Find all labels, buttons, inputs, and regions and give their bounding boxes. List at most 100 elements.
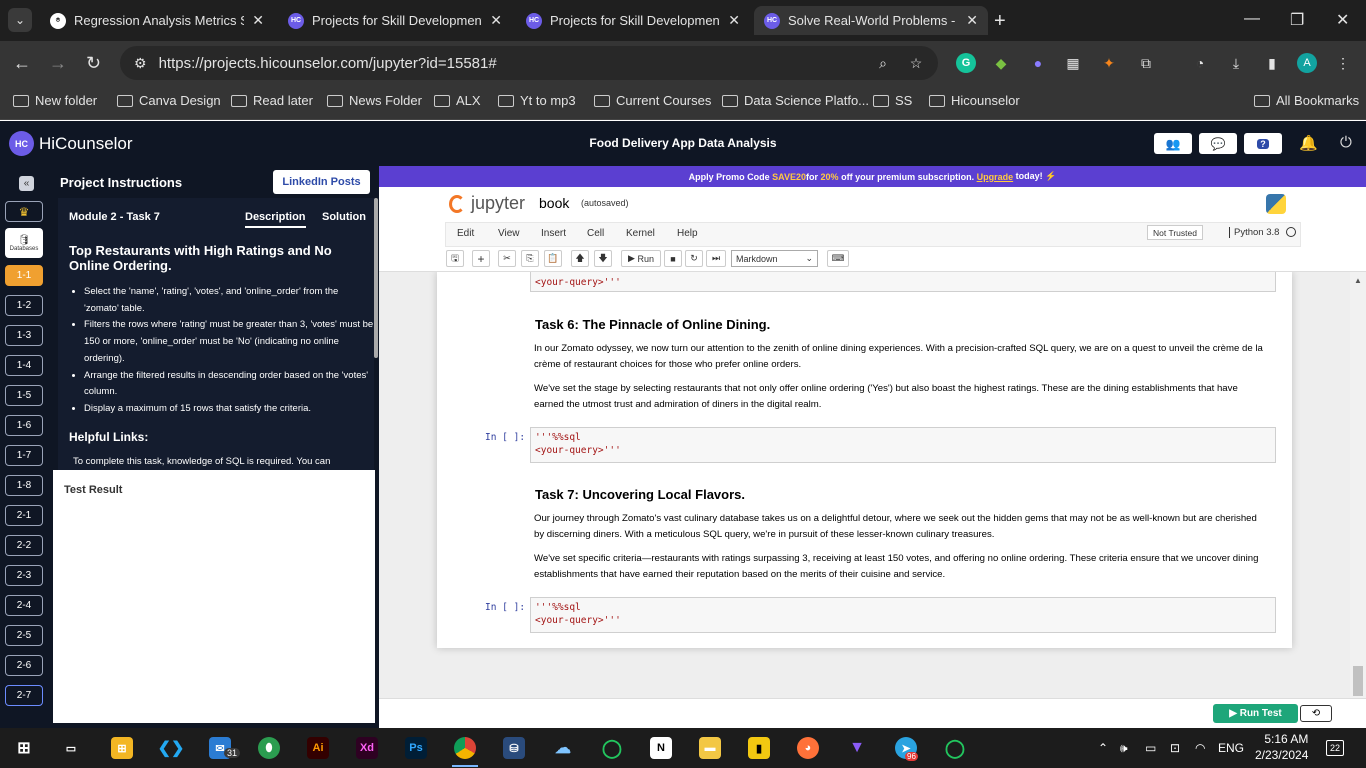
paste-icon[interactable]: 📋 bbox=[544, 250, 562, 267]
instructions-scrollbar[interactable] bbox=[374, 198, 378, 358]
tab-description[interactable]: Description bbox=[245, 211, 306, 228]
side-panel-icon[interactable]: ▮ bbox=[1262, 53, 1282, 73]
code-cell-task7[interactable]: '''%%sql <your-query>''' bbox=[530, 597, 1276, 633]
move-down-icon[interactable]: 🡇 bbox=[594, 250, 612, 267]
save-icon[interactable]: 🖫 bbox=[446, 250, 464, 267]
browser-tab-2[interactable]: HC Projects for Skill Development: H ✕ bbox=[278, 6, 512, 35]
rail-task-1-2[interactable]: 1-2 bbox=[5, 295, 43, 316]
refresh-button[interactable]: ⟲ bbox=[1300, 705, 1332, 722]
wifi-icon[interactable]: ◠ bbox=[1195, 741, 1205, 755]
profile-avatar[interactable]: A bbox=[1297, 53, 1317, 73]
fast-forward-icon[interactable]: ⏭ bbox=[706, 250, 726, 267]
address-bar[interactable]: ⚙ https://projects.hicounselor.com/jupyt… bbox=[120, 46, 938, 80]
meet-icon[interactable]: ⊡ bbox=[1170, 741, 1180, 755]
linkedin-posts-button[interactable]: LinkedIn Posts bbox=[273, 170, 370, 194]
restart-icon[interactable]: ↻ bbox=[685, 250, 703, 267]
restore-icon[interactable]: ❐ bbox=[1290, 10, 1304, 30]
cell-type-select[interactable]: Markdown ⌄ bbox=[731, 250, 818, 267]
metamask-icon[interactable]: ✦ bbox=[1099, 53, 1119, 73]
rail-task-1-8[interactable]: 1-8 bbox=[5, 475, 43, 496]
vpn-icon[interactable]: ▼ bbox=[846, 737, 868, 759]
close-icon[interactable]: ✕ bbox=[252, 12, 264, 29]
run-button[interactable]: ▶ Run bbox=[621, 250, 661, 267]
task-view-icon[interactable]: ▭ bbox=[60, 737, 82, 759]
close-icon[interactable]: ✕ bbox=[490, 12, 502, 29]
qr-code-icon[interactable]: ▦ bbox=[1063, 53, 1083, 73]
extension-drop-icon[interactable]: ● bbox=[1028, 53, 1048, 73]
bookmark-folder[interactable]: Canva Design bbox=[117, 93, 221, 108]
menu-edit[interactable]: Edit bbox=[457, 228, 474, 239]
tab-solution[interactable]: Solution bbox=[322, 211, 366, 223]
bookmark-folder[interactable]: Data Science Platfo... bbox=[722, 93, 869, 108]
add-cell-icon[interactable]: + bbox=[472, 250, 490, 267]
notebook-name[interactable]: book bbox=[539, 195, 569, 211]
firefox-icon[interactable]: ◕ bbox=[797, 737, 819, 759]
power-icon[interactable]: ⏻ bbox=[1340, 134, 1352, 151]
bookmark-folder[interactable]: News Folder bbox=[327, 93, 422, 108]
zoom-search-icon[interactable]: ⌕ bbox=[873, 53, 893, 73]
bookmark-folder[interactable]: Read later bbox=[231, 93, 313, 108]
reload-icon[interactable]: ↻ bbox=[86, 53, 101, 74]
kernel-name[interactable]: Python 3.8 bbox=[1229, 227, 1279, 238]
new-tab-button[interactable]: + bbox=[994, 10, 1006, 33]
help-button[interactable]: ? bbox=[1244, 133, 1282, 154]
keyboard-icon[interactable]: ⌨ bbox=[827, 250, 849, 267]
forward-icon[interactable]: → bbox=[49, 53, 67, 74]
battery-icon[interactable]: ▭ bbox=[1145, 741, 1156, 755]
site-settings-icon[interactable]: ⚙ bbox=[134, 55, 147, 72]
rail-task-2-7[interactable]: 2-7 bbox=[5, 685, 43, 706]
collapse-icon[interactable]: « bbox=[19, 176, 34, 191]
language-indicator[interactable]: ENG bbox=[1218, 741, 1244, 755]
close-icon[interactable]: ✕ bbox=[728, 12, 740, 29]
bookmark-star-icon[interactable]: ☆ bbox=[906, 53, 926, 73]
move-up-icon[interactable]: 🡅 bbox=[571, 250, 589, 267]
download-icon[interactable]: ⤓ bbox=[1226, 53, 1246, 73]
app-ring-icon[interactable]: ◯ bbox=[601, 737, 623, 759]
copy-icon[interactable]: ⎘ bbox=[521, 250, 539, 267]
grammarly-icon[interactable]: G bbox=[956, 53, 976, 73]
performance-icon[interactable]: ◔ bbox=[1190, 53, 1210, 73]
instructions-content[interactable]: Module 2 - Task 7 Description Solution T… bbox=[58, 198, 374, 470]
mysql-workbench-icon[interactable]: ⛁ bbox=[503, 737, 525, 759]
databases-button[interactable]: 🛢 Databases bbox=[5, 228, 43, 258]
rail-task-2-1[interactable]: 2-1 bbox=[5, 505, 43, 526]
all-bookmarks[interactable]: All Bookmarks bbox=[1254, 93, 1359, 108]
chat-button[interactable]: 💬 bbox=[1199, 133, 1237, 154]
minimize-icon[interactable]: — bbox=[1244, 10, 1260, 28]
rail-task-2-4[interactable]: 2-4 bbox=[5, 595, 43, 616]
close-icon[interactable]: ✕ bbox=[966, 12, 978, 29]
run-test-button[interactable]: ▶ Run Test bbox=[1213, 704, 1298, 723]
xd-icon[interactable]: Xd bbox=[356, 737, 378, 759]
rail-task-1-1[interactable]: 1-1 bbox=[5, 265, 43, 286]
not-trusted-badge[interactable]: Not Trusted bbox=[1147, 225, 1203, 240]
rail-task-1-6[interactable]: 1-6 bbox=[5, 415, 43, 436]
browser-tab-1[interactable]: ⌾ Regression Analysis Metrics Sur ✕ bbox=[40, 6, 274, 35]
browser-tab-3[interactable]: HC Projects for Skill Development: H ✕ bbox=[516, 6, 750, 35]
jupyter-logo[interactable]: jupyter bbox=[449, 193, 525, 214]
chrome-icon[interactable] bbox=[454, 737, 476, 759]
users-button[interactable]: 👥 bbox=[1154, 133, 1192, 154]
illustrator-icon[interactable]: Ai bbox=[307, 737, 329, 759]
stop-icon[interactable]: ■ bbox=[664, 250, 682, 267]
scroll-up-icon[interactable]: ▲ bbox=[1354, 276, 1362, 285]
bookmark-folder[interactable]: New folder bbox=[13, 93, 97, 108]
extensions-puzzle-icon[interactable]: ⧉ bbox=[1136, 53, 1156, 73]
mongodb-icon[interactable]: ⬮ bbox=[258, 737, 280, 759]
bookmark-folder[interactable]: Yt to mp3 bbox=[498, 93, 576, 108]
bookmark-folder[interactable]: Hicounselor bbox=[929, 93, 1020, 108]
rail-task-1-5[interactable]: 1-5 bbox=[5, 385, 43, 406]
tray-chevron-icon[interactable]: ⌃ bbox=[1098, 741, 1108, 755]
system-clock[interactable]: 5:16 AM 2/23/2024 bbox=[1255, 731, 1308, 763]
bookmark-folder[interactable]: Current Courses bbox=[594, 93, 711, 108]
notification-center[interactable]: 22 bbox=[1326, 740, 1344, 756]
menu-view[interactable]: View bbox=[498, 228, 520, 239]
file-explorer-icon[interactable]: ▬ bbox=[699, 737, 721, 759]
upgrade-link[interactable]: Upgrade bbox=[977, 172, 1014, 182]
app-ring-2-icon[interactable]: ◯ bbox=[944, 737, 966, 759]
rail-task-2-5[interactable]: 2-5 bbox=[5, 625, 43, 646]
windows-start-icon[interactable]: ⊞ bbox=[13, 737, 35, 759]
crown-icon[interactable]: ♛ bbox=[5, 201, 43, 222]
browser-tab-4[interactable]: HC Solve Real-World Problems - Hi ✕ bbox=[754, 6, 988, 35]
rail-task-1-7[interactable]: 1-7 bbox=[5, 445, 43, 466]
menu-cell[interactable]: Cell bbox=[587, 228, 604, 239]
